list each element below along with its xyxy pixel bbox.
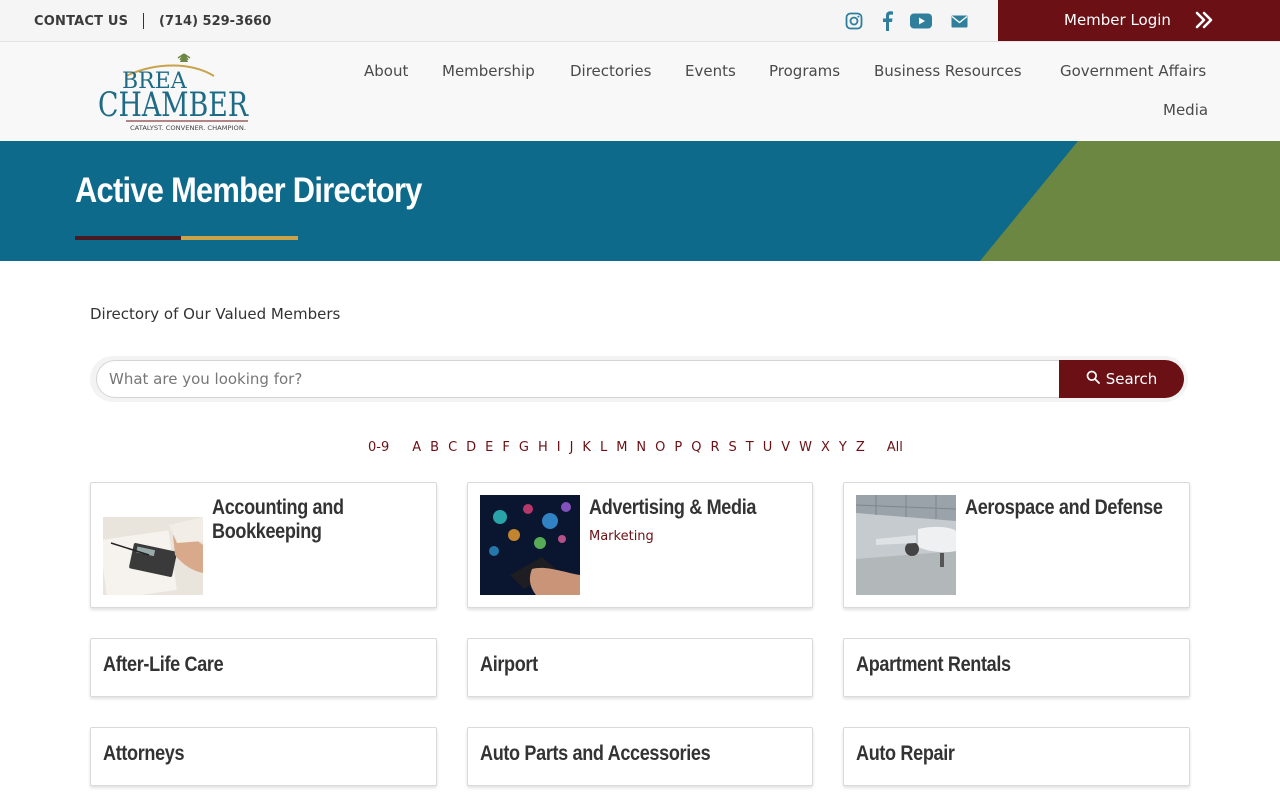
alpha-link-j[interactable]: J xyxy=(570,440,574,455)
member-login-label: Member Login xyxy=(1064,11,1171,29)
nav-membership[interactable]: Membership xyxy=(442,62,535,80)
alphabet-filter: 0-9 A B C D E F G H I J K L M N O P Q R … xyxy=(368,440,903,455)
category-card-auto-repair[interactable]: Auto Repair xyxy=(843,727,1190,786)
alpha-link-m[interactable]: M xyxy=(616,440,627,455)
category-title: Aerospace and Defense xyxy=(965,496,1163,519)
directory-subtitle: Directory of Our Valued Members xyxy=(90,305,341,323)
category-title: Apartment Rentals xyxy=(856,653,1011,676)
category-title: Attorneys xyxy=(103,742,185,765)
subcategory-link[interactable]: Marketing xyxy=(589,529,654,544)
alpha-link-i[interactable]: I xyxy=(557,440,561,455)
alpha-link-n[interactable]: N xyxy=(636,440,646,455)
title-underline-dark xyxy=(75,236,181,240)
category-card-aerospace[interactable]: Aerospace and Defense xyxy=(843,482,1190,608)
category-card-advertising[interactable]: Advertising & Media Marketing xyxy=(467,482,813,608)
category-title: Advertising & Media xyxy=(589,496,757,519)
category-card-airport[interactable]: Airport xyxy=(467,638,813,697)
category-card-after-life-care[interactable]: After-Life Care xyxy=(90,638,437,697)
category-card-apartment-rentals[interactable]: Apartment Rentals xyxy=(843,638,1190,697)
site-header: BREA CHAMBER CATALYST. CONVENER. CHAMPIO… xyxy=(0,42,1280,141)
alpha-link-f[interactable]: F xyxy=(502,440,509,455)
search-bar: Search xyxy=(90,356,1188,402)
instagram-icon[interactable] xyxy=(843,10,865,32)
category-title: Auto Repair xyxy=(856,742,955,765)
alpha-link-u[interactable]: U xyxy=(763,440,773,455)
alpha-link-v[interactable]: V xyxy=(781,440,790,455)
nav-programs[interactable]: Programs xyxy=(769,62,840,80)
logo-tagline: CATALYST. CONVENER. CHAMPION. xyxy=(130,125,246,132)
alpha-link-all[interactable]: All xyxy=(887,440,903,455)
alpha-link-q[interactable]: Q xyxy=(691,440,701,455)
nav-business-resources[interactable]: Business Resources xyxy=(874,62,1022,80)
alpha-link-g[interactable]: G xyxy=(519,440,529,455)
youtube-icon[interactable] xyxy=(909,10,933,32)
alpha-link-p[interactable]: P xyxy=(674,440,682,455)
category-card-auto-parts[interactable]: Auto Parts and Accessories xyxy=(467,727,813,786)
alpha-link-l[interactable]: L xyxy=(600,440,607,455)
category-title: After-Life Care xyxy=(103,653,224,676)
alpha-link-x[interactable]: X xyxy=(821,440,830,455)
contact-us-link[interactable]: CONTACT US xyxy=(34,14,128,29)
nav-directories[interactable]: Directories xyxy=(570,62,651,80)
nav-media[interactable]: Media xyxy=(1163,101,1208,119)
alpha-link-t[interactable]: T xyxy=(746,440,754,455)
search-button[interactable]: Search xyxy=(1059,360,1184,398)
phone-link[interactable]: (714) 529-3660 xyxy=(159,14,271,29)
alpha-link-w[interactable]: W xyxy=(799,440,812,455)
alpha-link-s[interactable]: S xyxy=(729,440,737,455)
alpha-link-a[interactable]: A xyxy=(412,440,421,455)
search-input[interactable] xyxy=(96,360,1066,398)
nav-government-affairs[interactable]: Government Affairs xyxy=(1060,62,1206,80)
alpha-link-c[interactable]: C xyxy=(448,440,457,455)
alpha-link-k[interactable]: K xyxy=(582,440,591,455)
nav-events[interactable]: Events xyxy=(685,62,736,80)
logo-chamber-text: CHAMBER xyxy=(98,85,249,125)
alpha-link-z[interactable]: Z xyxy=(856,440,865,455)
category-image-aerospace xyxy=(856,495,956,595)
double-chevron-right-icon xyxy=(1194,10,1214,34)
alpha-link-e[interactable]: E xyxy=(485,440,493,455)
brea-chamber-logo[interactable]: BREA CHAMBER CATALYST. CONVENER. CHAMPIO… xyxy=(96,52,252,134)
alpha-link-d[interactable]: D xyxy=(466,440,476,455)
category-card-attorneys[interactable]: Attorneys xyxy=(90,727,437,786)
nav-about[interactable]: About xyxy=(364,62,408,80)
alpha-link-y[interactable]: Y xyxy=(839,440,847,455)
divider xyxy=(143,13,144,29)
search-button-label: Search xyxy=(1105,370,1158,388)
email-icon[interactable] xyxy=(948,10,970,32)
member-login-button[interactable]: Member Login xyxy=(998,0,1280,41)
top-bar: CONTACT US (714) 529-3660 Member Login xyxy=(0,0,1280,42)
category-title: Accounting and Bookkeeping xyxy=(212,496,344,543)
category-image-accounting xyxy=(103,495,203,595)
facebook-icon[interactable] xyxy=(876,10,898,32)
alpha-link-0-9[interactable]: 0-9 xyxy=(368,440,389,455)
alpha-link-o[interactable]: O xyxy=(655,440,665,455)
page-banner: Active Member Directory xyxy=(0,141,1280,261)
category-title: Auto Parts and Accessories xyxy=(480,742,711,765)
category-card-accounting[interactable]: Accounting and Bookkeeping xyxy=(90,482,437,608)
page-title: Active Member Directory xyxy=(75,171,422,210)
alpha-link-b[interactable]: B xyxy=(430,440,439,455)
alpha-link-h[interactable]: H xyxy=(538,440,548,455)
title-underline-gold xyxy=(181,236,298,240)
alpha-link-r[interactable]: R xyxy=(710,440,719,455)
search-icon xyxy=(1086,370,1100,388)
category-image-advertising xyxy=(480,495,580,595)
category-title: Airport xyxy=(480,653,538,676)
